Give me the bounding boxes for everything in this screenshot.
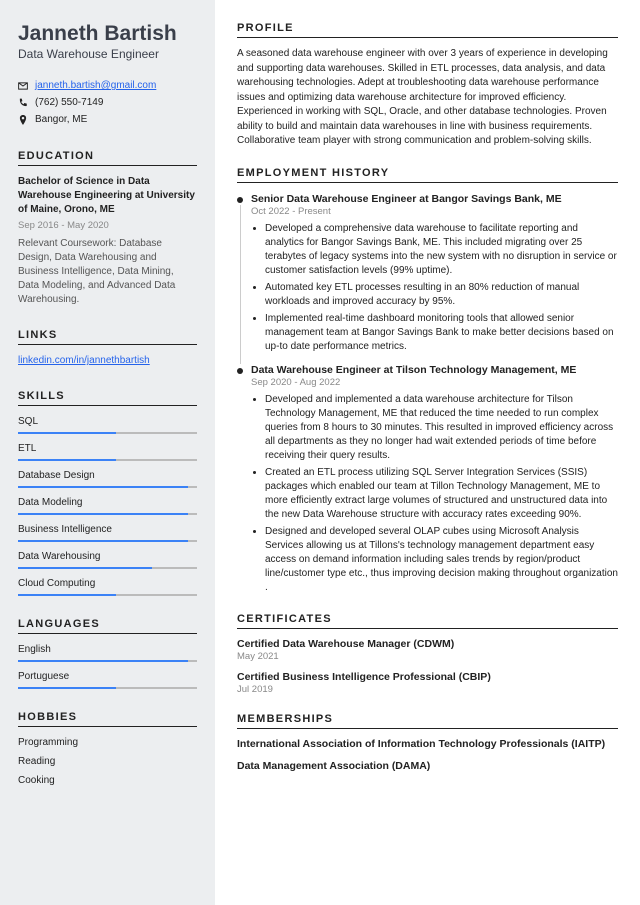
- skill-item: Cloud Computing: [18, 577, 197, 596]
- skill-bar: [18, 687, 197, 689]
- skill-name: Cloud Computing: [18, 577, 197, 591]
- certificate-date: Jul 2019: [237, 684, 618, 695]
- job-bullets: Developed and implemented a data warehou…: [265, 393, 618, 595]
- phone-icon: [18, 98, 28, 108]
- education-dates: Sep 2016 - May 2020: [18, 219, 197, 232]
- job-bullet: Automated key ETL processes resulting in…: [265, 281, 618, 309]
- memberships-block: International Association of Information…: [237, 738, 618, 774]
- certificates-heading: CERTIFICATES: [237, 613, 618, 629]
- skill-item: Data Modeling: [18, 496, 197, 515]
- memberships-heading: MEMBERSHIPS: [237, 713, 618, 729]
- skill-item: Data Warehousing: [18, 550, 197, 569]
- certificate-title: Certified Business Intelligence Professi…: [237, 671, 618, 683]
- skill-fill: [18, 687, 116, 689]
- skill-fill: [18, 567, 152, 569]
- skill-bar: [18, 432, 197, 434]
- job-bullet: Created an ETL process utilizing SQL Ser…: [265, 466, 618, 522]
- main-column: PROFILE A seasoned data warehouse engine…: [215, 0, 640, 905]
- skill-fill: [18, 540, 188, 542]
- skill-name: Data Warehousing: [18, 550, 197, 564]
- skill-bar: [18, 513, 197, 515]
- skill-name: Data Modeling: [18, 496, 197, 510]
- membership-entry: International Association of Information…: [237, 738, 618, 752]
- hobby-item: Programming: [18, 736, 197, 750]
- skill-fill: [18, 513, 188, 515]
- skill-fill: [18, 660, 188, 662]
- job-dates: Sep 2020 - Aug 2022: [251, 377, 618, 388]
- skill-item: English: [18, 643, 197, 662]
- job-bullet: Implemented real-time dashboard monitori…: [265, 312, 618, 354]
- envelope-icon: [18, 81, 28, 91]
- location-pin-icon: [18, 115, 28, 125]
- certificate-entry: Certified Business Intelligence Professi…: [237, 671, 618, 695]
- skill-bar: [18, 540, 197, 542]
- skill-name: Portuguese: [18, 670, 197, 684]
- certificate-entry: Certified Data Warehouse Manager (CDWM)M…: [237, 638, 618, 662]
- job-bullet: Developed a comprehensive data warehouse…: [265, 222, 618, 278]
- job-bullet: Developed and implemented a data warehou…: [265, 393, 618, 463]
- timeline-line: [240, 205, 241, 364]
- person-name: Janneth Bartish: [18, 22, 197, 45]
- job-entry: Data Warehouse Engineer at Tilson Techno…: [237, 364, 618, 595]
- links-heading: LINKS: [18, 329, 197, 345]
- person-title: Data Warehouse Engineer: [18, 47, 197, 61]
- job-bullet: Designed and developed several OLAP cube…: [265, 525, 618, 595]
- skills-heading: SKILLS: [18, 390, 197, 406]
- contact-location-row: Bangor, ME: [18, 111, 197, 128]
- contact-phone-row: (762) 550-7149: [18, 94, 197, 111]
- sidebar: Janneth Bartish Data Warehouse Engineer …: [0, 0, 215, 905]
- job-dates: Oct 2022 - Present: [251, 206, 618, 217]
- skill-name: ETL: [18, 442, 197, 456]
- skill-item: Portuguese: [18, 670, 197, 689]
- certificate-title: Certified Data Warehouse Manager (CDWM): [237, 638, 618, 650]
- skills-block: SQL ETL Database Design Data Modeling Busine…: [18, 415, 197, 596]
- profile-text: A seasoned data warehouse engineer with …: [237, 47, 618, 149]
- skill-name: SQL: [18, 415, 197, 429]
- links-block: linkedin.com/in/jannethbartish: [18, 354, 197, 368]
- languages-heading: LANGUAGES: [18, 618, 197, 634]
- hobbies-block: Programming Reading Cooking: [18, 736, 197, 788]
- skill-name: Database Design: [18, 469, 197, 483]
- job-bullets: Developed a comprehensive data warehouse…: [265, 222, 618, 354]
- skill-item: Business Intelligence: [18, 523, 197, 542]
- profile-heading: PROFILE: [237, 22, 618, 38]
- job-title: Senior Data Warehouse Engineer at Bangor…: [251, 193, 618, 205]
- education-block: Bachelor of Science in Data Warehouse En…: [18, 175, 197, 307]
- hobby-item: Cooking: [18, 774, 197, 788]
- skill-bar: [18, 660, 197, 662]
- contact-email-row: janneth.bartish@gmail.com: [18, 77, 197, 94]
- skill-bar: [18, 594, 197, 596]
- certificates-block: Certified Data Warehouse Manager (CDWM)M…: [237, 638, 618, 695]
- degree-text: Bachelor of Science in Data Warehouse En…: [18, 175, 197, 217]
- coursework-text: Relevant Coursework: Database Design, Da…: [18, 237, 197, 307]
- skill-fill: [18, 486, 188, 488]
- skill-bar: [18, 567, 197, 569]
- membership-entry: Data Management Association (DAMA): [237, 760, 618, 774]
- job-entry: Senior Data Warehouse Engineer at Bangor…: [237, 193, 618, 354]
- email-link[interactable]: janneth.bartish@gmail.com: [35, 77, 156, 94]
- skill-bar: [18, 459, 197, 461]
- employment-heading: EMPLOYMENT HISTORY: [237, 167, 618, 183]
- skill-name: English: [18, 643, 197, 657]
- job-title: Data Warehouse Engineer at Tilson Techno…: [251, 364, 618, 376]
- phone-text: (762) 550-7149: [35, 94, 103, 111]
- jobs-block: Senior Data Warehouse Engineer at Bangor…: [237, 193, 618, 595]
- location-text: Bangor, ME: [35, 111, 87, 128]
- link-item[interactable]: linkedin.com/in/jannethbartish: [18, 355, 150, 366]
- skill-bar: [18, 486, 197, 488]
- education-heading: EDUCATION: [18, 150, 197, 166]
- hobbies-heading: HOBBIES: [18, 711, 197, 727]
- contact-block: janneth.bartish@gmail.com (762) 550-7149…: [18, 77, 197, 128]
- certificate-date: May 2021: [237, 651, 618, 662]
- skill-fill: [18, 594, 116, 596]
- skill-name: Business Intelligence: [18, 523, 197, 537]
- skill-item: ETL: [18, 442, 197, 461]
- skill-fill: [18, 459, 116, 461]
- skill-item: Database Design: [18, 469, 197, 488]
- skill-item: SQL: [18, 415, 197, 434]
- hobby-item: Reading: [18, 755, 197, 769]
- languages-block: English Portuguese: [18, 643, 197, 689]
- skill-fill: [18, 432, 116, 434]
